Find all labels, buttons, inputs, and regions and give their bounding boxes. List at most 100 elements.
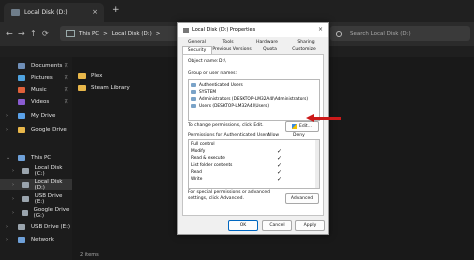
status-bar-text: 2 items <box>80 252 99 258</box>
tab-quota[interactable]: Quota <box>260 46 280 54</box>
breadcrumb-separator: > <box>155 30 161 37</box>
tab-title: Local Disk (D:) <box>24 9 68 16</box>
sidebar-label: USB Drive (E:) <box>31 223 71 230</box>
tab-customize[interactable]: Customize <box>286 46 322 54</box>
permission-name: Write <box>191 177 203 182</box>
search-box[interactable]: Search Local Disk (D:) <box>330 26 470 41</box>
breadcrumb-local-disk[interactable]: Local Disk (D:) <box>112 31 152 37</box>
ok-label: OK <box>239 223 247 228</box>
sidebar-item-usb-drive[interactable]: › USB Drive (E:) <box>0 221 72 232</box>
apply-button[interactable]: Apply <box>295 220 325 231</box>
chevron-right-icon[interactable]: › <box>12 210 14 216</box>
object-name-value: D:\ <box>219 59 226 64</box>
sidebar-label: Network <box>31 236 54 243</box>
close-icon[interactable]: × <box>318 26 323 33</box>
sidebar-item-usb-drive-e[interactable]: › USB Drive (E:) <box>0 192 72 205</box>
search-icon <box>336 30 342 37</box>
pin-icon: ⊼ <box>64 74 68 81</box>
advanced-button[interactable]: Advanced <box>285 193 319 204</box>
permissions-scrollbar[interactable] <box>315 140 319 188</box>
tab-previous-versions[interactable]: Previous Versions <box>212 46 252 54</box>
sidebar-label: Local Disk (D:) <box>34 178 63 191</box>
deny-header: Deny <box>293 133 305 138</box>
users-icon <box>191 97 196 101</box>
cancel-button[interactable]: Cancel <box>262 220 292 231</box>
pin-icon: ⊼ <box>64 62 68 69</box>
list-item[interactable]: Plex <box>78 70 102 81</box>
allow-check: ✓ <box>277 169 283 176</box>
drive-icon <box>11 9 20 16</box>
up-button[interactable]: ↑ <box>30 29 37 38</box>
forward-button[interactable]: → <box>18 29 25 38</box>
user-item-system[interactable]: SYSTEM <box>191 89 216 95</box>
chevron-right-icon[interactable]: › <box>6 113 8 119</box>
sidebar-item-my-drive[interactable]: › My Drive <box>0 110 72 121</box>
sidebar-item-local-disk-c[interactable]: › Local Disk (C:) <box>0 165 72 177</box>
pc-icon <box>18 154 25 161</box>
edit-button[interactable]: Edit... <box>285 121 319 132</box>
title-bar: Local Disk (D:) × + <box>0 0 474 22</box>
chevron-right-icon[interactable]: › <box>6 224 8 230</box>
chevron-right-icon[interactable]: › <box>12 196 14 202</box>
drive-icon <box>22 209 28 216</box>
tab-local-disk[interactable]: Local Disk (D:) × <box>4 3 104 22</box>
advanced-label: Advanced <box>290 196 314 201</box>
tab-row-bottom: Security Previous Versions Quota Customi… <box>182 46 324 55</box>
close-tab-icon[interactable]: × <box>92 8 98 16</box>
music-icon <box>18 86 25 93</box>
usb-drive-icon <box>22 195 29 202</box>
chevron-right-icon[interactable]: › <box>6 127 8 133</box>
sidebar-label: Pictures <box>31 74 53 81</box>
sidebar-item-this-pc[interactable]: ⌄ This PC <box>0 152 72 163</box>
permission-row: Read & execute ✓ <box>191 155 315 162</box>
security-panel: Object name: D:\ Group or user names: Au… <box>182 54 324 216</box>
permission-row: Full control <box>191 142 315 148</box>
new-tab-button[interactable]: + <box>112 5 120 15</box>
sidebar-item-pictures[interactable]: Pictures ⊼ <box>0 72 72 83</box>
breadcrumb-separator: > <box>103 30 108 37</box>
pc-icon <box>66 30 75 37</box>
pin-icon: ⊼ <box>64 98 68 105</box>
annotation-arrow <box>313 117 341 120</box>
allow-check: ✓ <box>277 162 283 169</box>
videos-icon <box>18 98 25 105</box>
refresh-button[interactable]: ⟳ <box>42 29 49 38</box>
list-item[interactable]: Steam Library <box>78 82 130 93</box>
sidebar: Documents ⊼ Pictures ⊼ Music ⊼ Videos ⊼ › My … <box>0 57 72 260</box>
permissions-label: Permissions for Authenticated Users <box>188 133 270 138</box>
dialog-title-bar: Local Disk (D:) Properties × <box>178 23 328 37</box>
sidebar-item-music[interactable]: Music ⊼ <box>0 84 72 95</box>
chevron-right-icon[interactable]: › <box>12 182 14 188</box>
sidebar-label: Videos <box>31 98 50 105</box>
permission-name: Full control <box>191 142 215 147</box>
permissions-list: Full control Modify ✓ Read & execute ✓ Lis… <box>188 139 320 189</box>
sidebar-label: This PC <box>31 154 52 161</box>
user-item-users[interactable]: Users (DESKTOP-LM32A4I\Users) <box>191 103 269 109</box>
sidebar-label: USB Drive (E:) <box>34 192 63 205</box>
sidebar-item-network[interactable]: › Network <box>0 234 72 245</box>
sidebar-label: Google Drive <box>31 126 67 133</box>
sidebar-item-videos[interactable]: Videos ⊼ <box>0 96 72 107</box>
sidebar-label: Documents <box>31 62 63 69</box>
sidebar-item-google-drive-g[interactable]: › Google Drive (G:) <box>0 206 72 219</box>
search-placeholder: Search Local Disk (D:) <box>350 30 411 37</box>
drive-icon <box>22 181 29 188</box>
chevron-right-icon[interactable]: › <box>12 168 14 174</box>
ok-button[interactable]: OK <box>228 220 258 231</box>
user-item-authenticated[interactable]: Authenticated Users <box>191 82 243 88</box>
sidebar-item-google-drive[interactable]: › Google Drive <box>0 124 72 135</box>
permission-row: Read ✓ <box>191 169 315 176</box>
user-item-administrators[interactable]: Administrators (DESKTOP-LM32A4I\Administ… <box>191 96 308 102</box>
breadcrumb-this-pc[interactable]: This PC <box>79 31 99 37</box>
back-button[interactable]: ← <box>6 29 13 38</box>
chevron-down-icon[interactable]: ⌄ <box>6 155 10 161</box>
sidebar-label: My Drive <box>31 112 56 119</box>
sidebar-label: Music <box>31 86 47 93</box>
sidebar-item-local-disk-d[interactable]: › Local Disk (D:) <box>0 178 72 191</box>
users-icon <box>191 104 196 108</box>
sidebar-item-documents[interactable]: Documents ⊼ <box>0 60 72 71</box>
users-icon <box>191 83 196 87</box>
chevron-right-icon[interactable]: › <box>6 237 8 243</box>
sidebar-label: Google Drive (G:) <box>33 206 70 219</box>
dialog-title: Local Disk (D:) Properties <box>192 27 256 33</box>
